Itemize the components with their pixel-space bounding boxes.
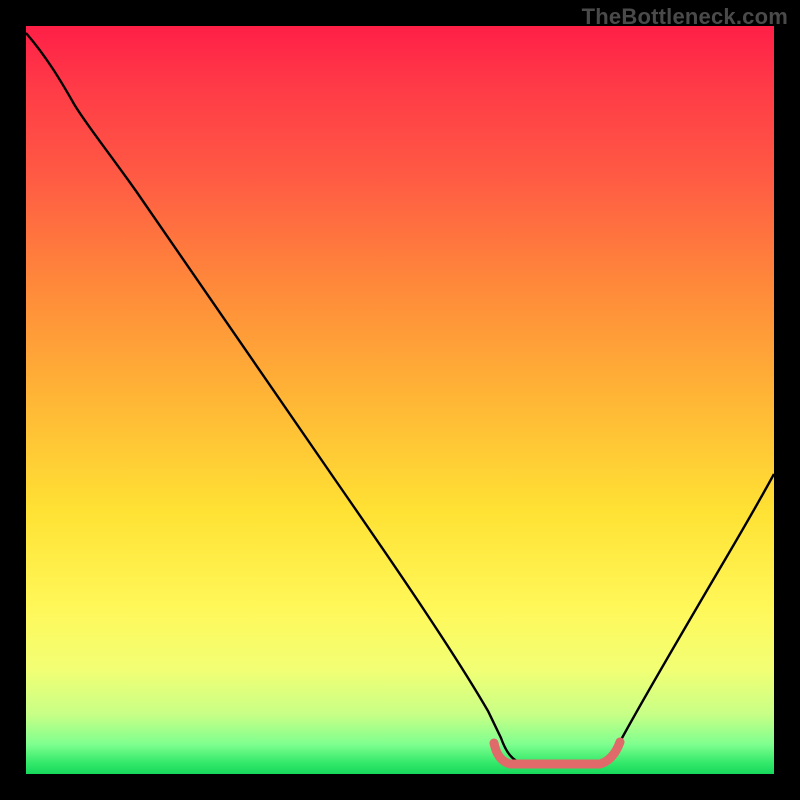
bottleneck-curve [26, 33, 774, 764]
optimum-range-marker [494, 742, 620, 764]
plot-area [26, 26, 774, 774]
watermark-text: TheBottleneck.com [582, 4, 788, 30]
chart-frame [26, 26, 774, 774]
curve-layer [26, 26, 774, 774]
